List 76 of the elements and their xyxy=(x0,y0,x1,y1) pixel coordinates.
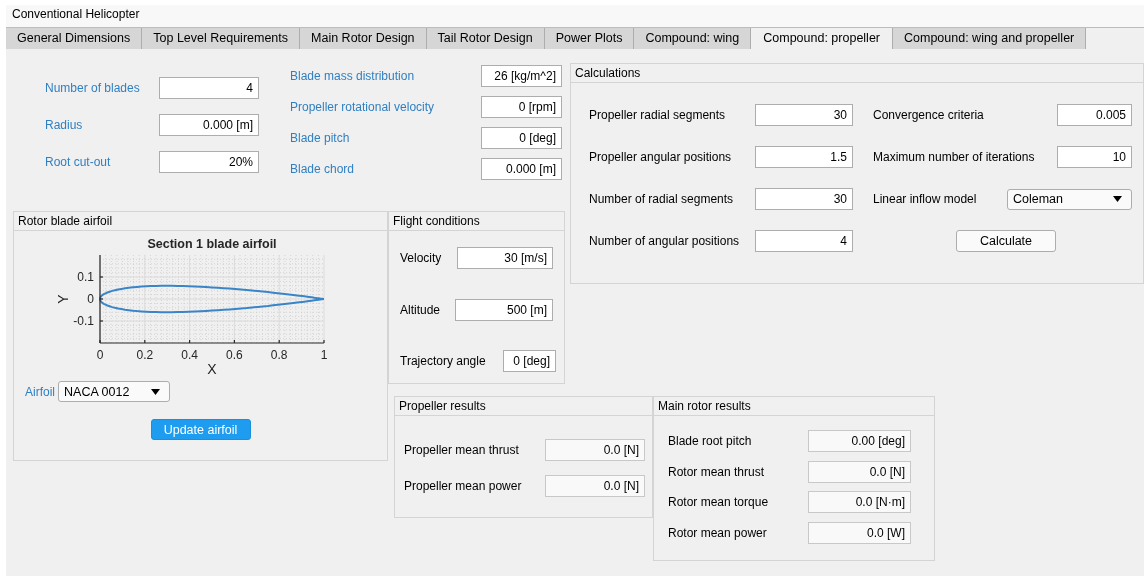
panel-title: Main rotor results xyxy=(658,398,751,415)
tab[interactable]: Tail Rotor Design xyxy=(426,28,545,49)
field-label: Rotor mean power xyxy=(668,525,768,540)
field-label: Number of radial segments xyxy=(589,192,735,206)
dropdown[interactable]: NACA 0012 xyxy=(58,381,170,402)
input-field[interactable]: 500 [m] xyxy=(455,298,553,321)
tab[interactable]: Main Rotor Design xyxy=(300,28,427,49)
field-label: Velocity xyxy=(400,251,443,265)
panel-title: Rotor blade airfoil xyxy=(18,213,113,230)
input-field[interactable]: 0.005 xyxy=(1057,104,1132,126)
dropdown[interactable]: Coleman xyxy=(1007,188,1132,210)
field-label: Propeller mean thrust xyxy=(404,443,520,457)
input-field[interactable]: 4 xyxy=(755,230,853,252)
axis-title: X xyxy=(207,361,217,377)
tab[interactable]: Top Level Requirements xyxy=(142,28,301,49)
tab[interactable]: Power Plots xyxy=(544,28,635,49)
axis-title: Y xyxy=(55,294,71,304)
input-field[interactable]: 4 xyxy=(159,77,259,99)
input-field[interactable]: 0.000 [m] xyxy=(159,114,259,136)
output-field[interactable]: 0.00 [deg] xyxy=(808,430,911,452)
tab[interactable]: General Dimensions xyxy=(6,28,143,49)
field-label: Rotor mean torque xyxy=(668,495,770,510)
field-label: Radius xyxy=(45,118,84,132)
input-field[interactable]: 30 [m/s] xyxy=(457,247,553,269)
tick-label: 0 xyxy=(96,348,104,362)
input-field[interactable]: 10 xyxy=(1057,146,1132,168)
output-field[interactable]: 0.0 [N] xyxy=(545,439,645,461)
chart-title: Section 1 blade airfoil xyxy=(147,237,277,251)
output-field[interactable]: 0.0 [W] xyxy=(808,521,911,544)
tick-label: 0 xyxy=(87,292,94,306)
field-label: Propeller rotational velocity xyxy=(290,100,436,114)
output-field[interactable]: 0.0 [N·m] xyxy=(808,491,911,514)
input-field[interactable]: 0 [rpm] xyxy=(481,96,562,118)
field-label: Blade pitch xyxy=(290,131,351,145)
tick-label: 0.4 xyxy=(181,348,198,362)
panel-title: Propeller results xyxy=(399,398,486,415)
field-label: Altitude xyxy=(400,302,442,317)
field-label: Number of blades xyxy=(45,81,141,95)
input-field[interactable]: 0 [deg] xyxy=(481,127,562,149)
tick-label: 0.6 xyxy=(226,348,243,362)
field-label: Trajectory angle xyxy=(400,354,487,368)
field-label: Airfoil xyxy=(25,384,55,399)
output-field[interactable]: 0.0 [N] xyxy=(808,460,911,483)
input-field[interactable]: 1.5 xyxy=(755,146,853,168)
field-label: Root cut-out xyxy=(45,155,112,169)
window-title: Conventional Helicopter xyxy=(12,7,140,21)
tab[interactable]: Compound: wing and propeller xyxy=(893,28,1087,49)
field-label: Maximum number of iterations xyxy=(873,150,1036,164)
panel-title: Flight conditions xyxy=(393,213,480,230)
input-field[interactable]: 30 xyxy=(755,104,853,126)
field-label: Convergence criteria xyxy=(873,108,985,122)
tick-label: -0.1 xyxy=(73,314,94,328)
tick-label: 0.2 xyxy=(136,348,154,362)
field-label: Propeller mean power xyxy=(404,479,523,493)
tick-label: 0.1 xyxy=(77,270,94,284)
input-field[interactable]: 30 xyxy=(755,188,853,210)
field-label: Linear inflow model xyxy=(873,192,978,206)
caret-icon xyxy=(151,388,160,395)
field-label: Propeller angular positions xyxy=(589,150,733,164)
input-field[interactable]: 0 [deg] xyxy=(503,350,556,372)
field-label: Number of angular positions xyxy=(589,234,741,248)
tab[interactable]: Compound: wing xyxy=(634,28,752,49)
field-label: Propeller radial segments xyxy=(589,108,727,122)
input-field[interactable]: 0.000 [m] xyxy=(481,158,562,180)
field-label: Blade chord xyxy=(290,162,356,176)
output-field[interactable]: 0.0 [N] xyxy=(545,475,645,497)
tick-label: 1 xyxy=(320,348,328,362)
input-field[interactable]: 20% xyxy=(159,151,259,173)
field-label: Blade mass distribution xyxy=(290,69,416,83)
field-label: Blade root pitch xyxy=(668,434,753,448)
panel-title: Calculations xyxy=(575,65,641,82)
tick-label: 0.8 xyxy=(270,348,288,362)
caret-icon xyxy=(1113,196,1122,202)
input-field[interactable]: 26 [kg/m^2] xyxy=(481,65,562,87)
field-label: Rotor mean thrust xyxy=(668,464,766,479)
calculate-button[interactable]: Calculate xyxy=(956,230,1056,252)
